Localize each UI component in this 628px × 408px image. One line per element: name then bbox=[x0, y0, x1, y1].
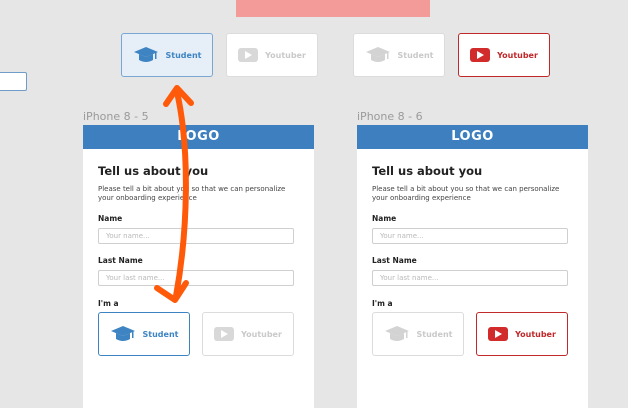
student-option[interactable]: Student bbox=[353, 33, 445, 77]
graduation-cap-icon bbox=[365, 47, 390, 62]
logo-header: LOGO bbox=[357, 125, 588, 149]
logo-header: LOGO bbox=[83, 125, 314, 149]
youtube-play-icon bbox=[214, 327, 235, 341]
youtuber-option-selected[interactable]: Youtuber bbox=[458, 33, 550, 77]
lastname-label: Last Name bbox=[372, 256, 417, 265]
lastname-input[interactable]: Your last name... bbox=[98, 270, 294, 286]
youtuber-label: Youtuber bbox=[497, 50, 538, 60]
page-description: Please tell a bit about you so that we c… bbox=[98, 185, 286, 202]
youtuber-option[interactable]: Youtuber bbox=[202, 312, 294, 356]
graduation-cap-icon bbox=[110, 326, 135, 341]
role-label: I'm a bbox=[98, 299, 119, 308]
youtuber-label: Youtuber bbox=[265, 50, 306, 60]
role-label: I'm a bbox=[372, 299, 393, 308]
student-label: Student bbox=[397, 50, 434, 60]
page-title: Tell us about you bbox=[372, 164, 483, 178]
phone-frame-2: LOGO Tell us about you Please tell a bit… bbox=[357, 125, 588, 408]
youtuber-option[interactable]: Youtuber bbox=[226, 33, 318, 77]
frame-label: iPhone 8 - 5 bbox=[83, 110, 149, 123]
youtuber-option-selected[interactable]: Youtuber bbox=[476, 312, 568, 356]
top-bar bbox=[236, 0, 430, 17]
lastname-label: Last Name bbox=[98, 256, 143, 265]
youtuber-label: Youtuber bbox=[241, 329, 282, 339]
youtube-play-icon bbox=[238, 48, 259, 62]
youtube-play-icon bbox=[470, 48, 491, 62]
lastname-input[interactable]: Your last name... bbox=[372, 270, 568, 286]
youtube-play-icon bbox=[488, 327, 509, 341]
student-option[interactable]: Student bbox=[372, 312, 464, 356]
name-label: Name bbox=[372, 214, 397, 223]
name-input[interactable]: Your name... bbox=[98, 228, 294, 244]
partial-input-field[interactable] bbox=[0, 72, 27, 91]
page-description: Please tell a bit about you so that we c… bbox=[372, 185, 560, 202]
phone-frame-1: LOGO Tell us about you Please tell a bit… bbox=[83, 125, 314, 408]
student-label: Student bbox=[165, 50, 202, 60]
student-option-selected[interactable]: Student bbox=[98, 312, 190, 356]
student-option-selected[interactable]: Student bbox=[121, 33, 213, 77]
frame-label: iPhone 8 - 6 bbox=[357, 110, 423, 123]
page-title: Tell us about you bbox=[98, 164, 209, 178]
youtuber-label: Youtuber bbox=[515, 329, 556, 339]
graduation-cap-icon bbox=[384, 326, 409, 341]
graduation-cap-icon bbox=[133, 47, 158, 62]
student-label: Student bbox=[142, 329, 179, 339]
name-label: Name bbox=[98, 214, 123, 223]
name-input[interactable]: Your name... bbox=[372, 228, 568, 244]
student-label: Student bbox=[416, 329, 453, 339]
